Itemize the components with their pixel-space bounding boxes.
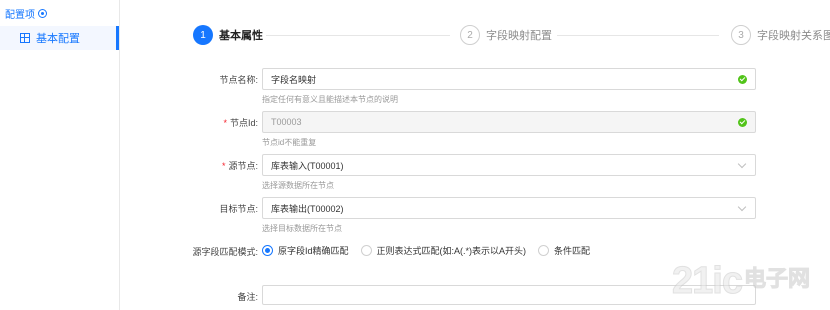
match-mode-radio-group: 原字段Id精确匹配 正则表达式匹配(如:A(.*)表示以A开头) 条件匹配: [262, 244, 590, 257]
node-name-input[interactable]: 字段名映射: [262, 68, 756, 90]
source-node-label: * 源节点:: [221, 161, 258, 171]
sidebar-item-basic-config[interactable]: 基本配置: [0, 26, 119, 50]
step-connector: [557, 35, 719, 36]
node-id-value: T00003: [271, 117, 302, 127]
radio-label: 正则表达式匹配(如:A(.*)表示以A开头): [376, 246, 527, 256]
sidebar-header[interactable]: 配置项: [5, 6, 47, 21]
chevron-down-icon[interactable]: [737, 202, 747, 212]
node-id-label: * 节点Id:: [223, 118, 258, 128]
target-node-select[interactable]: 库表输出(T00002): [262, 197, 756, 219]
match-mode-label: 源字段匹配模式:: [192, 247, 258, 257]
radio-button[interactable]: [360, 245, 372, 256]
sidebar-item-label: 基本配置: [36, 33, 80, 45]
step-number: 2: [460, 25, 480, 45]
target-node-value: 库表输出(T00002): [271, 203, 344, 214]
watermark-logo: 21ic 电子网: [672, 258, 826, 304]
node-id-input[interactable]: T00003: [262, 111, 756, 133]
source-node-select[interactable]: 库表输入(T00001): [262, 154, 756, 176]
watermark-cn-text: 电子网: [743, 267, 810, 293]
step-label: 基本属性: [219, 30, 263, 42]
radio-label: 条件匹配: [554, 246, 591, 256]
step-number: 1: [193, 25, 213, 45]
step-connector: [266, 35, 450, 36]
radio-button[interactable]: [262, 245, 273, 256]
sidebar-header-label: 配置项: [5, 10, 35, 21]
target-icon[interactable]: [38, 9, 47, 18]
watermark-text: 21ic: [672, 259, 744, 302]
step-number: 3: [731, 25, 751, 45]
radio-label: 原字段Id精确匹配: [278, 246, 349, 256]
required-mark: *: [221, 161, 226, 171]
chevron-down-icon[interactable]: [737, 159, 747, 169]
steps: 1 基本属性 2 字段映射配置 3 字段映射关系图: [193, 25, 830, 45]
radio-button[interactable]: [538, 245, 550, 256]
required-mark: *: [223, 118, 227, 128]
radio-condition-match[interactable]: 条件匹配: [538, 244, 590, 257]
target-node-help: 选择目标数据所在节点: [262, 224, 342, 233]
radio-regex-match[interactable]: 正则表达式匹配(如:A(.*)表示以A开头): [360, 244, 527, 257]
radio-exact-match[interactable]: 原字段Id精确匹配: [262, 244, 349, 257]
step-mapping-diagram[interactable]: 3 字段映射关系图: [731, 25, 830, 45]
remark-label: 备注:: [237, 292, 258, 302]
step-field-mapping[interactable]: 2 字段映射配置: [460, 25, 552, 45]
node-name-label: 节点名称:: [219, 75, 258, 85]
step-basic-properties[interactable]: 1 基本属性: [193, 25, 263, 45]
source-node-help: 选择源数据所在节点: [262, 181, 334, 190]
node-name-help: 指定任何有意义且能描述本节点的说明: [262, 95, 398, 104]
sidebar: 配置项 基本配置: [0, 0, 120, 310]
node-name-value: 字段名映射: [271, 74, 317, 85]
target-node-label: 目标节点:: [219, 204, 258, 214]
check-icon: [738, 118, 747, 127]
check-icon: [738, 75, 747, 84]
step-label: 字段映射关系图: [757, 30, 830, 42]
source-node-value: 库表输入(T00001): [271, 160, 344, 171]
step-label: 字段映射配置: [486, 30, 552, 42]
node-id-help: 节点id不能重复: [262, 138, 317, 147]
grid-icon: [20, 33, 30, 43]
